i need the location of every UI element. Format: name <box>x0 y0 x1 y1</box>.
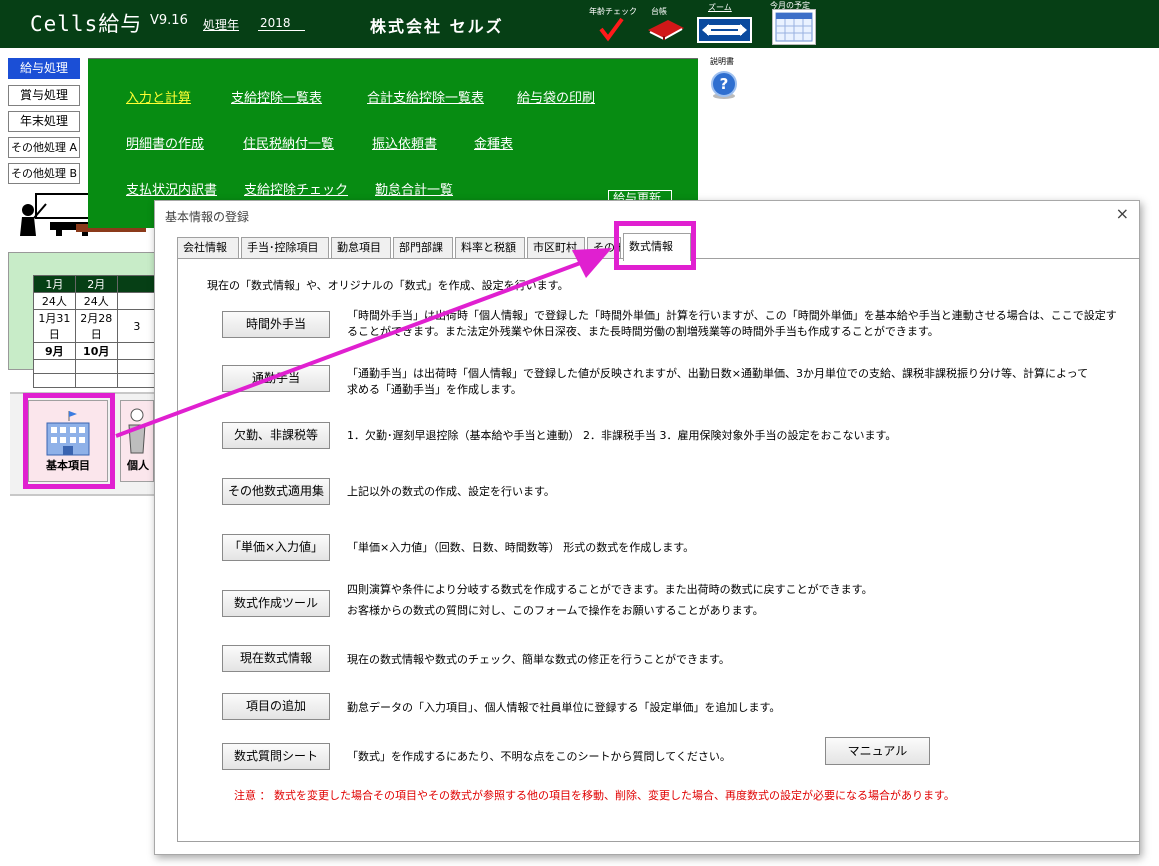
zoom-arrows-icon <box>702 24 747 36</box>
tab-attendance-items[interactable]: 勤怠項目 <box>331 237 391 259</box>
zoom-label: ズーム <box>708 3 732 12</box>
tab-municipalities[interactable]: 市区町村 <box>527 237 585 259</box>
tab-rates-and-tax[interactable]: 料率と税額 <box>455 237 525 259</box>
calendar-cell <box>116 373 158 388</box>
add-item-button[interactable]: 項目の追加 <box>222 693 330 720</box>
svg-text:?: ? <box>720 75 729 93</box>
formula-tool-button[interactable]: 数式作成ツール <box>222 590 330 617</box>
zoom-button[interactable] <box>697 17 752 43</box>
highlight-basic-items <box>23 393 115 489</box>
calendar-cell <box>116 342 158 360</box>
formula-question-sheet-desc: 「数式」を作成するにあたり、不明な点をこのシートから質問してください。 <box>347 750 731 763</box>
menu-input-and-calc[interactable]: 入力と計算 <box>126 87 191 106</box>
title-bar: Cells給与 V9.16 処理年 2018 株式会社 セルズ 年齢チェック 台… <box>0 0 1159 48</box>
unit-price-input-button[interactable]: 「単価×入力値」 <box>222 534 330 561</box>
menu-total-payment-deduction-list[interactable]: 合計支給控除一覧表 <box>367 87 484 106</box>
menu-payment-status-breakdown[interactable]: 支払状況内訳書 <box>126 179 217 198</box>
calendar-cell <box>116 292 158 310</box>
sidebar-item-payroll[interactable]: 給与処理 <box>8 58 80 79</box>
current-formula-info-desc: 現在の数式情報や数式のチェック、簡単な数式の修正を行うことができます。 <box>347 653 730 666</box>
warning-note: 注意 ： 数式を変更した場合その項目やその数式が参照する他の項目を移動、削除、変… <box>234 789 955 802</box>
other-formulas-desc: 上記以外の数式の作成、設定を行います。 <box>347 485 555 498</box>
absence-nontaxable-button[interactable]: 欠勤、非課税等 <box>222 422 330 449</box>
sidebar-item-other-b[interactable]: その他処理 B <box>8 163 80 184</box>
overtime-allowance-desc-line1: 「時間外手当」は出荷時「個人情報」で登録した「時間外単価」計算を行いますが、この… <box>347 309 1117 322</box>
close-icon[interactable]: × <box>1116 204 1129 223</box>
calendar-cell: 2月 <box>74 275 118 293</box>
menu-attendance-total-list[interactable]: 勤怠合計一覧 <box>375 179 453 198</box>
dialog-title: 基本情報の登録 <box>165 210 250 224</box>
formula-tool-desc-line2: お客様からの数式の質問に対し、このフォームで操作をお願いすることがあります。 <box>347 604 764 617</box>
manual-button[interactable]: マニュアル <box>825 737 930 765</box>
manual-label: 説明書 <box>710 57 734 66</box>
calendar-cell: 1月 <box>33 275 76 293</box>
calendar-cell <box>74 359 118 374</box>
calendar-cell: 10月 <box>74 342 118 360</box>
company-name: 株式会社 セルズ <box>370 17 504 36</box>
version-label: V9.16 <box>150 13 188 28</box>
overtime-allowance-button[interactable]: 時間外手当 <box>222 311 330 338</box>
commute-allowance-button[interactable]: 通勤手当 <box>222 365 330 392</box>
formula-tool-desc-line1: 四則演算や条件により分岐する数式を作成することができます。また出荷時の数式に戻す… <box>347 583 873 596</box>
calendar-cell: 3 <box>116 309 158 343</box>
tab-departments[interactable]: 部門部課 <box>393 237 453 259</box>
calendar-icon <box>775 12 813 42</box>
processing-year-label: 処理年 <box>203 18 240 32</box>
calendar-panel: 1月 2月 24人 24人 1月31日 2月28日 3 9月 10月 <box>8 252 158 388</box>
calendar-table: 1月 2月 24人 24人 1月31日 2月28日 3 9月 10月 <box>33 275 158 388</box>
unit-price-input-desc: 「単価×入力値」（回数、日数、時間数等） 形式の数式を作成します。 <box>347 541 695 554</box>
app-title: Cells給与 <box>30 12 143 36</box>
menu-create-statement[interactable]: 明細書の作成 <box>126 133 204 152</box>
calendar-cell <box>116 275 158 293</box>
processing-year-value[interactable]: 2018 <box>258 16 305 31</box>
menu-transfer-request[interactable]: 振込依頼書 <box>372 133 437 152</box>
commute-allowance-desc-line2: 求める「通勤手当」を作成します。 <box>347 383 522 396</box>
age-check-button[interactable] <box>598 16 624 42</box>
calendar-cell: 2月28日 <box>74 309 118 343</box>
calendar-cell <box>116 359 158 374</box>
personal-info-button[interactable]: 個人 <box>120 400 154 482</box>
monthly-schedule-button[interactable] <box>772 9 816 45</box>
tab-formula-info[interactable]: 数式情報 <box>623 233 691 261</box>
commute-allowance-desc-line1: 「通勤手当」は出荷時「個人情報」で登録した値が反映されますが、出勤日数×通勤単価… <box>347 367 1089 380</box>
ledger-button[interactable] <box>646 16 686 42</box>
menu-denomination-table[interactable]: 金種表 <box>474 133 513 152</box>
intro-text: 現在の「数式情報」や、オリジナルの「数式」を作成、設定を行います。 <box>207 279 569 292</box>
menu-payment-deduction-check[interactable]: 支給控除チェック <box>244 179 348 198</box>
help-icon[interactable]: ? <box>710 70 738 100</box>
calendar-cell <box>33 373 76 388</box>
add-item-desc: 勤怠データの「入力項目」、個人情報で社員単位に登録する「設定単価」を追加します。 <box>347 701 781 714</box>
absence-nontaxable-desc: 1．欠勤･遅刻早退控除（基本給や手当と連動） 2．非課税手当 3．雇用保険対象外… <box>347 429 897 442</box>
calendar-cell <box>74 373 118 388</box>
book-icon <box>648 20 684 41</box>
calendar-cell: 24人 <box>74 292 118 310</box>
personal-info-label: 個人 <box>127 459 149 472</box>
calendar-cell <box>33 359 76 374</box>
calendar-cell: 1月31日 <box>33 309 76 343</box>
overtime-allowance-desc-line2: ることができます。また法定外残業や休日深夜、また長時間労働の割増残業等の時間外手… <box>347 325 939 338</box>
calendar-cell: 9月 <box>33 342 76 360</box>
menu-print-pay-envelope[interactable]: 給与袋の印刷 <box>517 87 595 106</box>
formula-question-sheet-button[interactable]: 数式質問シート <box>222 743 330 770</box>
other-formulas-button[interactable]: その他数式適用集 <box>222 478 330 505</box>
person-icon <box>128 408 146 454</box>
menu-payment-deduction-list[interactable]: 支給控除一覧表 <box>231 87 322 106</box>
sidebar-item-year-end[interactable]: 年末処理 <box>8 111 80 132</box>
tab-allowance-deduction[interactable]: 手当･控除項目 <box>241 237 329 259</box>
calendar-cell: 24人 <box>33 292 76 310</box>
tab-company-info[interactable]: 会社情報 <box>177 237 239 259</box>
sidebar-item-other-a[interactable]: その他処理 A <box>8 137 80 158</box>
basic-info-dialog: 基本情報の登録 × 会社情報 手当･控除項目 勤怠項目 部門部課 料率と税額 市… <box>154 200 1140 855</box>
menu-resident-tax-list[interactable]: 住民税納付一覧 <box>243 133 334 152</box>
checkmark-icon <box>599 17 624 42</box>
sidebar-item-bonus[interactable]: 賞与処理 <box>8 85 80 106</box>
current-formula-info-button[interactable]: 現在数式情報 <box>222 645 330 672</box>
